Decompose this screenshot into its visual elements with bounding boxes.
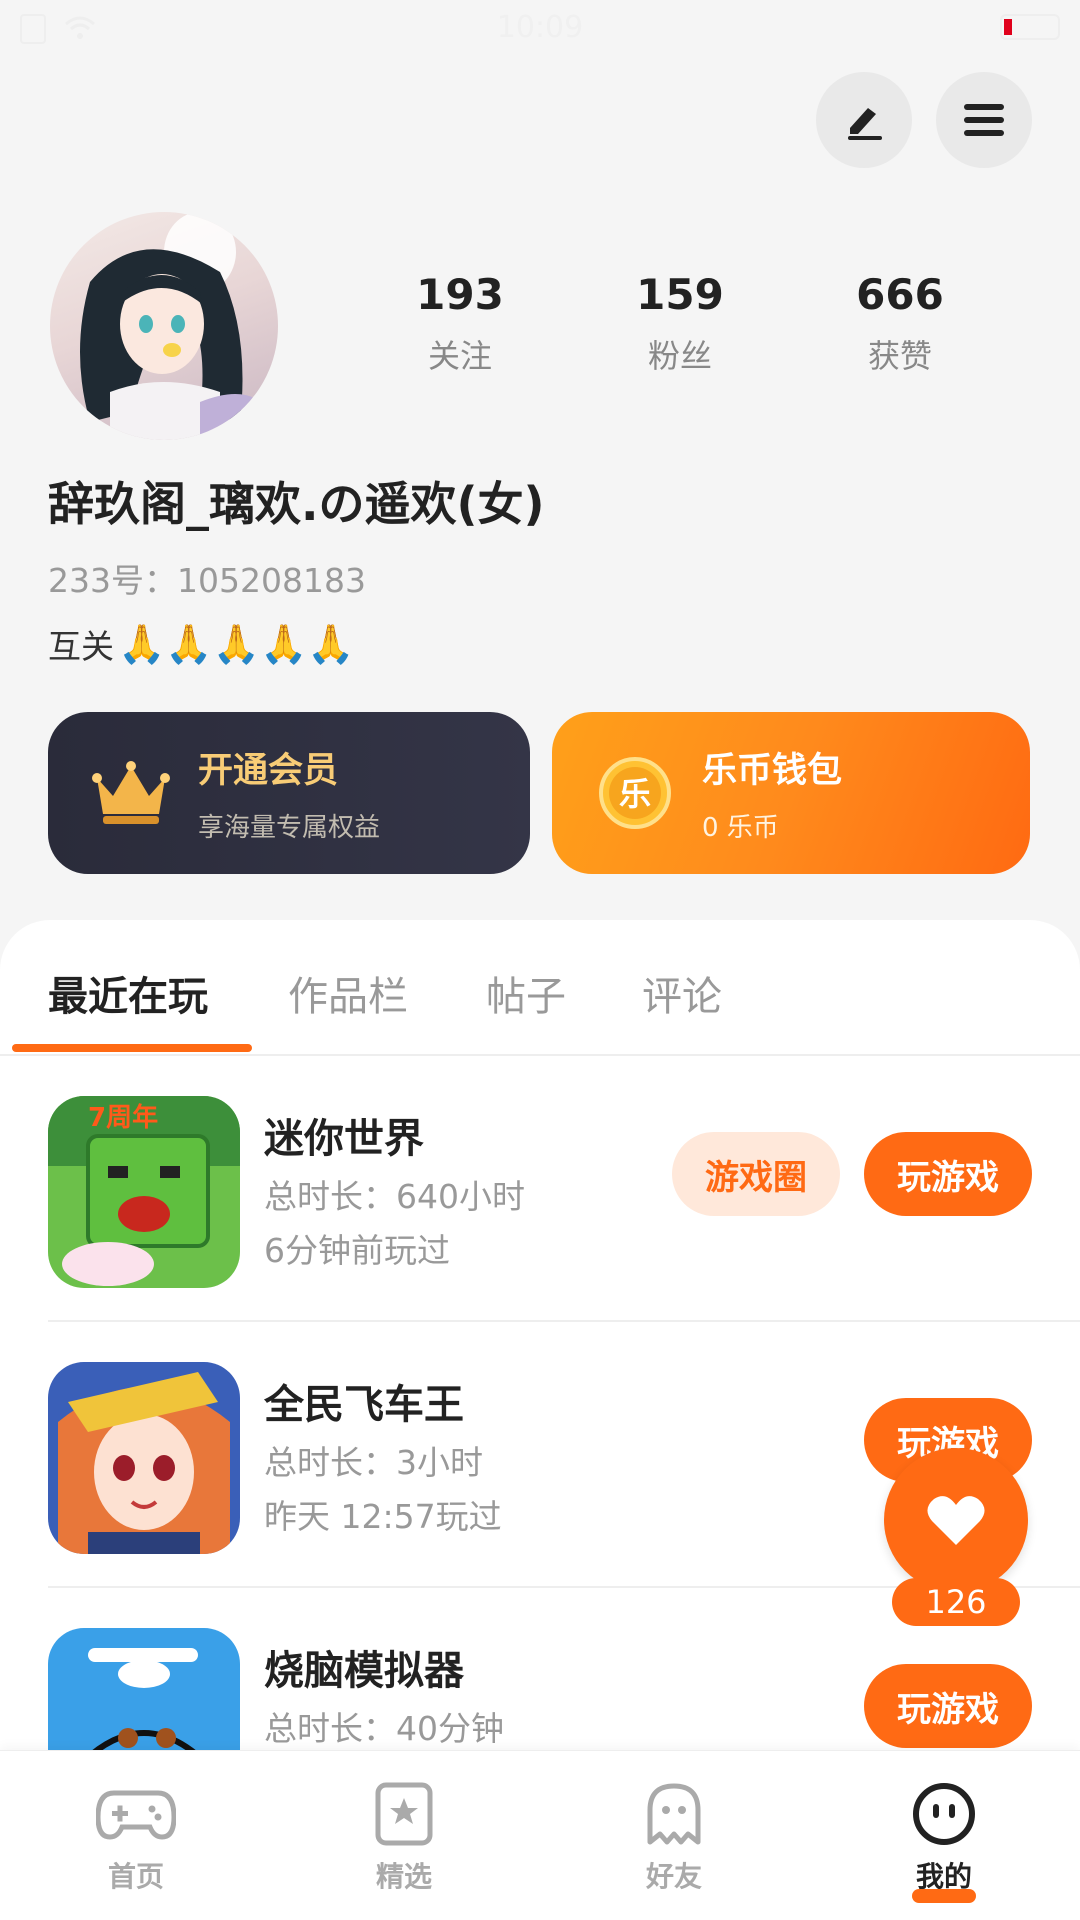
tab-recent-played[interactable]: 最近在玩 <box>48 964 208 1022</box>
avatar[interactable] <box>50 212 278 440</box>
nav-label: 好友 <box>645 1860 702 1893</box>
stat-value: 666 <box>856 270 944 319</box>
user-id: 233号：105208183 <box>48 561 366 600</box>
vip-membership-card[interactable]: 开通会员 享海量专属权益 <box>48 712 530 874</box>
stat-label: 获赞 <box>867 337 932 375</box>
coin-wallet-card[interactable]: 乐 乐币钱包 0 乐币 <box>552 712 1030 874</box>
game-circle-button[interactable]: 游戏圈 <box>672 1132 840 1216</box>
game-total-duration: 总时长：40分钟 <box>264 1709 504 1748</box>
stat-followers[interactable]: 159 粉丝 <box>570 270 790 377</box>
gamepad-icon <box>96 1790 176 1840</box>
play-game-button[interactable]: 玩游戏 <box>864 1132 1032 1216</box>
coin-char: 乐 <box>619 775 651 813</box>
praying-hands-emoji: 🙏🙏🙏🙏🙏 <box>118 621 355 666</box>
nickname: 辞玖阁_璃欢.の遥欢(女) <box>48 477 545 531</box>
bio: 互关 🙏🙏🙏🙏🙏 <box>48 620 355 668</box>
game-total-duration: 总时长：3小时 <box>264 1443 483 1482</box>
edit-pen-icon <box>848 108 882 140</box>
nav-item-home[interactable]: 首页 <box>36 1751 236 1920</box>
star-bookmark-icon <box>375 1782 433 1846</box>
nav-label: 首页 <box>107 1860 164 1893</box>
game-last-played: 昨天 12:57玩过 <box>264 1497 502 1536</box>
svg-text:7周年: 7周年 <box>88 1102 158 1133</box>
like-count-badge: 126 <box>892 1578 1020 1626</box>
game-icon-mini-world: 7周年 <box>48 1096 240 1288</box>
game-name: 全民飞车王 <box>264 1382 464 1428</box>
ghost-icon <box>647 1783 701 1845</box>
hamburger-menu-icon <box>964 104 1004 136</box>
le-coin-icon: 乐 <box>590 748 680 838</box>
nav-label: 精选 <box>375 1860 432 1893</box>
play-game-button[interactable]: 玩游戏 <box>864 1664 1032 1748</box>
vip-title: 开通会员 <box>198 751 339 791</box>
anime-girl-avatar-image <box>80 212 270 440</box>
tab-comments[interactable]: 评论 <box>642 964 722 1022</box>
floating-like-button[interactable]: 126 <box>884 1448 1028 1638</box>
bottom-navigation: 首页 精选 好友 我的 <box>0 1750 1080 1920</box>
nav-item-featured[interactable]: 精选 <box>304 1751 504 1920</box>
menu-button[interactable] <box>936 72 1032 168</box>
wallet-title: 乐币钱包 <box>702 751 843 791</box>
status-bar: 10:09 <box>0 0 1080 56</box>
game-name: 烧脑模拟器 <box>264 1648 464 1694</box>
stat-following[interactable]: 193 关注 <box>350 270 570 377</box>
list-item[interactable]: 7周年 迷你世界 总时长：640小时 6分钟前玩过 游戏圈 玩游戏 <box>0 1056 1080 1322</box>
wallet-balance: 0 乐币 <box>702 813 779 843</box>
stat-label: 关注 <box>427 337 492 375</box>
vip-subtitle: 享海量专属权益 <box>198 813 381 843</box>
stat-likes[interactable]: 666 获赞 <box>790 270 1010 377</box>
nav-item-me[interactable]: 我的 <box>844 1751 1044 1920</box>
tab-works[interactable]: 作品栏 <box>288 964 408 1022</box>
stat-value: 159 <box>636 270 724 319</box>
crown-icon <box>86 748 176 838</box>
tab-posts[interactable]: 帖子 <box>486 964 566 1022</box>
game-icon-racing-king <box>48 1362 240 1554</box>
active-nav-indicator <box>912 1889 976 1903</box>
game-total-duration: 总时长：640小时 <box>264 1177 525 1216</box>
nav-item-friends[interactable]: 好友 <box>574 1751 774 1920</box>
smiley-face-icon <box>913 1783 975 1845</box>
profile-stats: 193 关注 159 粉丝 666 获赞 <box>350 270 1010 377</box>
like-circle[interactable] <box>884 1448 1028 1592</box>
stat-label: 粉丝 <box>647 337 712 375</box>
stat-value: 193 <box>416 270 504 319</box>
game-last-played: 6分钟前玩过 <box>264 1231 450 1270</box>
heart-icon <box>927 1496 985 1545</box>
bio-text: 互关 <box>48 627 114 666</box>
battery-icon <box>1000 14 1060 40</box>
active-tab-indicator <box>12 1044 252 1052</box>
game-name: 迷你世界 <box>264 1116 424 1162</box>
edit-profile-button[interactable] <box>816 72 912 168</box>
status-time: 10:09 <box>496 10 584 45</box>
